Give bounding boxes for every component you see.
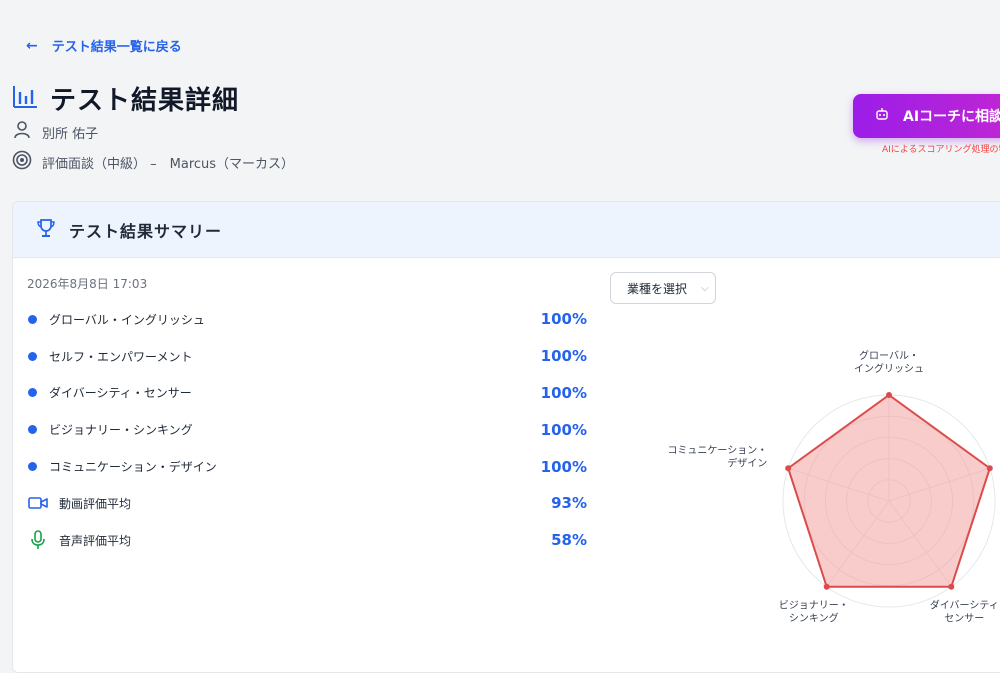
arrow-left-icon: ← — [26, 37, 38, 54]
user-name: 別所 佑子 — [42, 126, 99, 142]
radar-axis-label: コミュニケーション・ — [667, 444, 767, 456]
radar-axis-label: ダイバーシティ — [930, 599, 999, 612]
back-link-label: テスト結果一覧に戻る — [51, 40, 182, 55]
user-icon — [12, 120, 32, 144]
summary-card: テスト結果サマリー 2026年8月8日 17:03 グローバル・イングリッシュ … — [12, 201, 1000, 673]
test-name: 評価面談（中級） – Marcus（マーカス） — [42, 156, 295, 172]
radar-data-point — [886, 392, 892, 398]
page-title: テスト結果詳細 — [50, 86, 240, 116]
bar-chart-icon — [12, 84, 38, 114]
radar-axis-label: センサー — [944, 613, 984, 625]
radar-data-point — [785, 465, 792, 472]
radar-data-point — [823, 583, 830, 590]
ai-coach-button-label: AIコーチに相談す — [903, 109, 1000, 125]
user-info: 別所 佑子 — [12, 120, 98, 144]
radar-series-area — [787, 393, 991, 588]
ai-coach-button[interactable]: AIコーチに相談す — [853, 94, 1000, 138]
radar-axis-label: グローバル・ — [859, 349, 919, 362]
radar-axis-label: デザイン — [727, 456, 767, 469]
ai-scoring-note: AIによるスコアリング処理の特 — [882, 145, 1000, 155]
radar-axis-label: ビジョナリー・ — [779, 600, 849, 612]
target-icon — [12, 150, 32, 174]
radar-axis-label: イングリッシュ — [854, 362, 924, 375]
radar-data-point — [948, 583, 955, 590]
robot-icon — [875, 107, 889, 125]
page-header: テスト結果詳細 — [12, 80, 239, 117]
radar-data-point — [986, 465, 993, 472]
radar-axis-label: シンキング — [789, 612, 839, 625]
test-info: 評価面談（中級） – Marcus（マーカス） — [12, 150, 294, 174]
back-to-results-link[interactable]: ← テスト結果一覧に戻る — [26, 36, 182, 56]
radar-chart: グローバル・イングリッシュセダイバーシティセンサービジョナリー・シンキングコミュ… — [667, 349, 999, 625]
